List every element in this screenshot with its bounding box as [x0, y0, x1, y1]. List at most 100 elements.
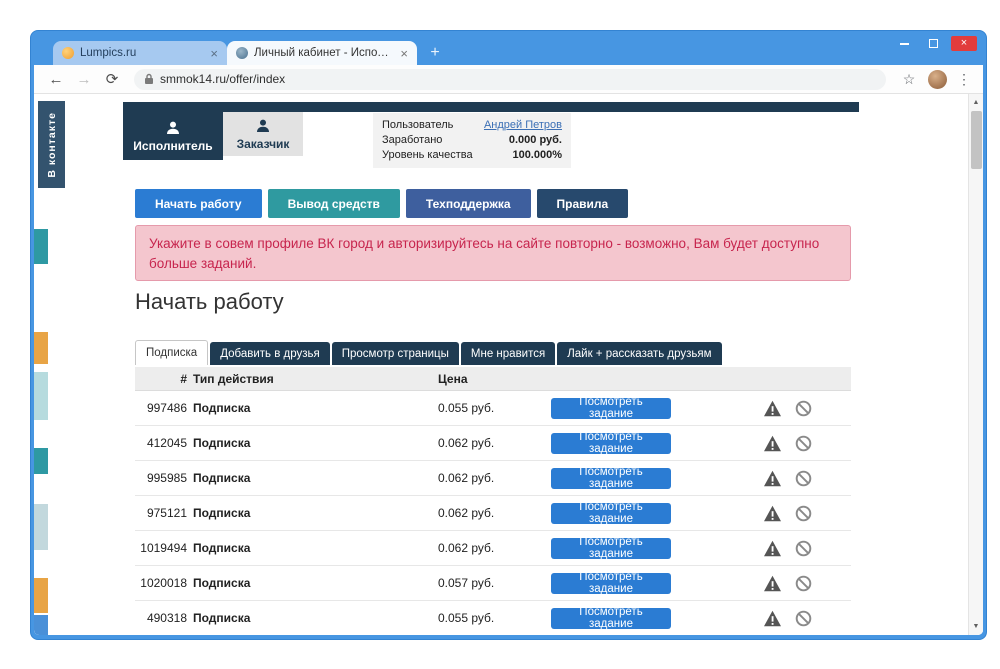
tab-subscription[interactable]: Подписка: [135, 340, 209, 365]
tab-personal-cabinet[interactable]: Личный кабинет - Исполнителя ×: [227, 41, 417, 65]
view-task-button[interactable]: Посмотреть задание: [551, 536, 671, 560]
user-info-label: Пользователь: [382, 119, 454, 131]
close-tab-icon[interactable]: ×: [400, 47, 408, 60]
view-task-button[interactable]: Посмотреть задание: [551, 466, 671, 490]
vk-banner[interactable]: В контакте: [38, 101, 65, 188]
task-row: 975121 Подписка 0.062 руб. Посмотреть за…: [135, 496, 851, 531]
site-top-bar: [123, 102, 859, 112]
scroll-up-icon[interactable]: ▲: [969, 95, 983, 110]
warning-icon[interactable]: [763, 505, 782, 522]
view-task-button[interactable]: Посмотреть задание: [551, 396, 671, 420]
left-edge-decoration: [34, 615, 48, 635]
role-tab-customer[interactable]: Заказчик: [223, 112, 303, 156]
tab-page-view[interactable]: Просмотр страницы: [331, 342, 459, 365]
new-tab-button[interactable]: +: [422, 42, 448, 63]
left-edge-decoration: [34, 372, 48, 420]
view-task-button[interactable]: Посмотреть задание: [551, 571, 671, 595]
block-icon[interactable]: [795, 610, 812, 627]
lumpics-favicon-icon: [62, 47, 74, 59]
task-price: 0.062 руб.: [438, 506, 495, 520]
tab-title: Личный кабинет - Исполнителя: [254, 47, 394, 59]
block-icon[interactable]: [795, 435, 812, 452]
block-icon[interactable]: [795, 505, 812, 522]
header-type: Тип действия: [193, 371, 274, 386]
block-icon[interactable]: [795, 575, 812, 592]
bookmark-star-button[interactable]: ☆: [898, 68, 920, 90]
rules-button[interactable]: Правила: [536, 189, 629, 218]
person-icon: [257, 119, 269, 132]
tab-add-friend[interactable]: Добавить в друзья: [210, 342, 330, 365]
left-edge-decoration: [34, 448, 48, 474]
close-tab-icon[interactable]: ×: [210, 47, 218, 60]
start-work-button[interactable]: Начать работу: [135, 189, 262, 218]
left-edge-decoration: [34, 504, 48, 550]
back-button[interactable]: ←: [44, 67, 68, 91]
maximize-button[interactable]: [922, 36, 944, 51]
warning-icon[interactable]: [763, 470, 782, 487]
user-info-label: Уровень качества: [382, 149, 473, 161]
task-price: 0.057 руб.: [438, 576, 495, 590]
role-tab-executor[interactable]: Исполнитель: [123, 112, 223, 160]
minimize-button[interactable]: [893, 36, 915, 51]
warning-icon[interactable]: [763, 540, 782, 557]
task-id: 1020018: [140, 576, 187, 590]
block-icon[interactable]: [795, 470, 812, 487]
tab-lumpics[interactable]: Lumpics.ru ×: [53, 41, 227, 65]
task-type: Подписка: [193, 471, 251, 485]
vk-banner-label: В контакте: [45, 111, 58, 178]
site-content: Исполнитель Заказчик Пользователь Андрей…: [123, 94, 859, 635]
browser-menu-button[interactable]: ⋮: [955, 68, 973, 90]
padlock-icon: [145, 73, 153, 84]
row-icons: [763, 540, 812, 557]
forward-button[interactable]: →: [72, 67, 96, 91]
task-id: 997486: [146, 401, 187, 415]
table-header: # Тип действия Цена: [135, 367, 851, 391]
tab-like-share[interactable]: Лайк + рассказать друзьям: [557, 342, 722, 365]
tab-strip: Lumpics.ru × Личный кабинет - Исполнител…: [53, 41, 448, 65]
warning-icon[interactable]: [763, 610, 782, 627]
scrollbar-thumb[interactable]: [971, 111, 982, 169]
task-row: 1020018 Подписка 0.057 руб. Посмотреть з…: [135, 566, 851, 601]
earned-value: 0.000 руб.: [508, 134, 562, 146]
block-icon[interactable]: [795, 540, 812, 557]
url-text: smmok14.ru/offer/index: [160, 72, 286, 86]
task-id: 975121: [146, 506, 187, 520]
task-price: 0.062 руб.: [438, 436, 495, 450]
task-id: 1019494: [140, 541, 187, 555]
left-edge-decoration: [34, 332, 48, 364]
user-info-row: Пользователь Андрей Петров: [382, 118, 562, 133]
withdraw-funds-button[interactable]: Вывод средств: [267, 189, 400, 218]
close-icon: ×: [960, 37, 968, 49]
warning-icon[interactable]: [763, 575, 782, 592]
scroll-down-icon[interactable]: ▼: [969, 619, 983, 634]
quality-level-value: 100.000%: [512, 149, 562, 161]
task-type: Подписка: [193, 611, 251, 625]
task-row: 1019494 Подписка 0.062 руб. Посмотреть з…: [135, 531, 851, 566]
tab-like[interactable]: Мне нравится: [460, 342, 556, 365]
warning-icon[interactable]: [763, 435, 782, 452]
row-icons: [763, 470, 812, 487]
task-price: 0.062 руб.: [438, 471, 495, 485]
view-task-button[interactable]: Посмотреть задание: [551, 501, 671, 525]
support-button[interactable]: Техподдержка: [405, 189, 531, 218]
view-task-button[interactable]: Посмотреть задание: [551, 431, 671, 455]
alert-banner: Укажите в совем профиле ВК город и автор…: [135, 225, 851, 281]
row-icons: [763, 610, 812, 627]
close-window-button[interactable]: ×: [951, 36, 977, 51]
task-type: Подписка: [193, 436, 251, 450]
block-icon[interactable]: [795, 400, 812, 417]
role-tabs: Исполнитель Заказчик: [123, 112, 303, 160]
profile-avatar[interactable]: [928, 69, 947, 89]
user-name-link[interactable]: Андрей Петров: [484, 118, 562, 133]
page-title: Начать работу: [135, 289, 284, 314]
page-scrollbar[interactable]: ▲ ▼: [968, 94, 983, 635]
task-row: 412045 Подписка 0.062 руб. Посмотреть за…: [135, 426, 851, 461]
role-tab-label: Исполнитель: [133, 138, 213, 153]
view-task-button[interactable]: Посмотреть задание: [551, 606, 671, 630]
refresh-button[interactable]: ⟳: [100, 67, 124, 91]
task-type: Подписка: [193, 576, 251, 590]
task-id: 995985: [146, 471, 187, 485]
browser-window: × Lumpics.ru × Личный кабинет - Исполнит…: [30, 30, 987, 640]
address-bar[interactable]: smmok14.ru/offer/index: [134, 68, 886, 90]
warning-icon[interactable]: [763, 400, 782, 417]
